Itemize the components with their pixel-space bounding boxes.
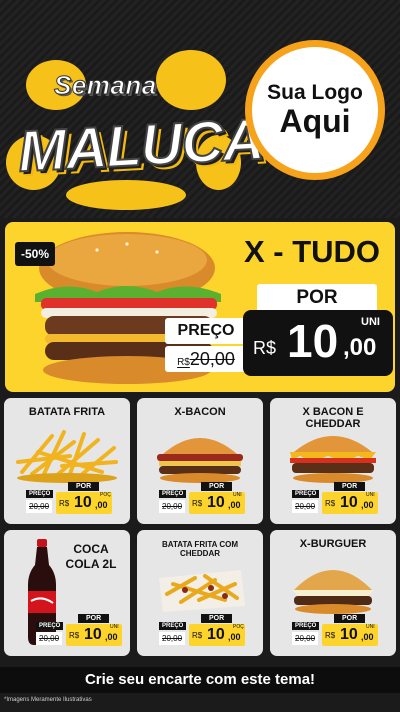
product-name: BATATA FRITA: [28, 406, 106, 418]
price-tag: PREÇO 20,00 POR R$ 10,00 POÇ: [26, 482, 112, 516]
product-card: X-BURGUER PREÇO 20,00 POR R$ 10,00 UNI: [270, 530, 396, 656]
old-price: R$20,00: [165, 346, 247, 372]
preco-label: PREÇO: [165, 318, 247, 344]
featured-name: X - TUDO: [243, 234, 381, 269]
product-name: X-BACON: [174, 406, 226, 418]
disclaimer: *Imagens Meramente Ilustrativas: [4, 697, 92, 703]
fries-image: [16, 430, 118, 483]
product-card: COCA COLA 2L PREÇO 20,00 POR R$ 10,00 UNI: [4, 530, 130, 656]
unit-label: UNI: [361, 316, 380, 328]
price-tag: PREÇO 20,00 POR R$ 10,00 UNI: [292, 614, 378, 648]
currency: R$: [253, 338, 277, 358]
price-tag: PREÇO 20,00 POR R$ 10,00 UNI: [36, 614, 122, 648]
product-card: BATATA FRITA COM CHEDDAR PREÇO 20,00 POR…: [137, 530, 263, 656]
price-tag: PREÇO 20,00 POR R$ 10,00 UNI: [159, 482, 245, 516]
burger-image: [292, 570, 374, 614]
discount-badge: -50%: [15, 242, 56, 266]
burger-image: [290, 436, 376, 483]
title-semana: Semana: [54, 70, 157, 101]
price-integer: 10: [287, 315, 339, 367]
product-name: COCA COLA 2L: [65, 542, 117, 571]
campaign-title: Semana MALUCA: [6, 40, 266, 215]
price-tag: PREÇO 20,00 POR R$ 10,00 POÇ: [159, 614, 245, 648]
header: Semana MALUCA Sua Logo Aqui: [0, 0, 400, 218]
title-maluca: MALUCA: [15, 106, 265, 186]
cta-banner[interactable]: Crie seu encarte com este tema!: [0, 667, 400, 693]
price-tag: PREÇO 20,00 POR R$ 10,00 UNI: [292, 482, 378, 516]
price-decimal: ,00: [343, 334, 377, 361]
logo-text-line1: Sua Logo: [267, 81, 363, 105]
featured-product: -50% X - TUDO POR PREÇO R$20,00 R$ 10 ,0…: [5, 222, 395, 392]
burger-image: [157, 438, 243, 483]
product-card: X-BACON PREÇO 20,00 POR R$ 10,00 UNI: [137, 398, 263, 524]
product-name: X-BURGUER: [299, 538, 367, 550]
logo-placeholder: Sua Logo Aqui: [245, 40, 385, 180]
por-label: POR: [257, 284, 377, 312]
product-card: BATATA FRITA PREÇO 20,00 POR R$ 10,00 POÇ: [4, 398, 130, 524]
featured-price: R$ 10 ,00 UNI: [243, 310, 393, 376]
logo-text-line2: Aqui: [279, 103, 351, 140]
cheese-fries-image: [159, 570, 245, 612]
product-card: X BACON E CHEDDAR PREÇO 20,00 POR R$ 10,0…: [270, 398, 396, 524]
